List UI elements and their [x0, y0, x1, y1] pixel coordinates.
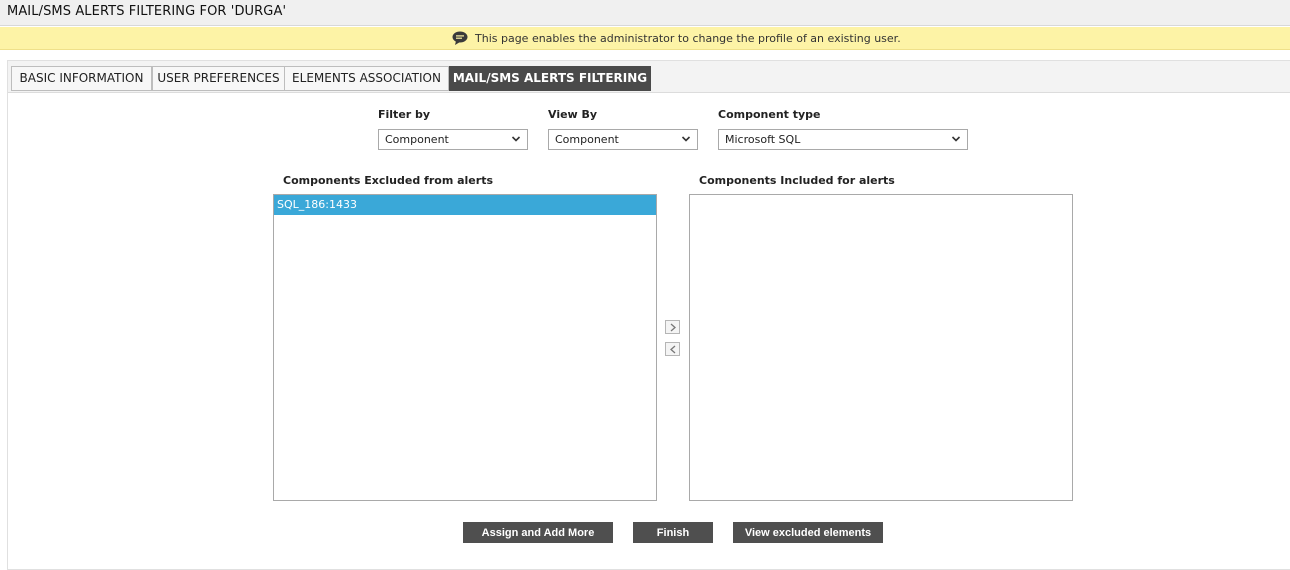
banner-text: This page enables the administrator to c… [475, 32, 901, 45]
title-bar: MAIL/SMS ALERTS FILTERING FOR 'DURGA' [0, 0, 1290, 26]
content-panel: BASIC INFORMATION USER PREFERENCES ELEME… [7, 60, 1290, 570]
excluded-list-label: Components Excluded from alerts [283, 174, 493, 187]
page-title: MAIL/SMS ALERTS FILTERING FOR 'DURGA' [7, 4, 287, 19]
info-banner: This page enables the administrator to c… [0, 27, 1290, 50]
tab-elements-association[interactable]: ELEMENTS ASSOCIATION [284, 66, 449, 91]
speech-bubble-icon [452, 31, 468, 45]
include-button[interactable] [665, 320, 680, 334]
view-by-value: Component [555, 133, 619, 146]
excluded-components-list[interactable]: SQL_186:1433 [273, 194, 657, 501]
tab-bar: BASIC INFORMATION USER PREFERENCES ELEME… [8, 61, 1290, 93]
view-by-label: View By [548, 108, 598, 121]
component-type-label: Component type [718, 108, 821, 121]
included-list-label: Components Included for alerts [699, 174, 895, 187]
tab-mail-sms-alerts-filtering[interactable]: MAIL/SMS ALERTS FILTERING [449, 66, 651, 91]
included-components-list[interactable] [689, 194, 1073, 501]
filter-by-select[interactable]: Component [378, 129, 528, 150]
filter-by-value: Component [385, 133, 449, 146]
view-excluded-elements-button[interactable]: View excluded elements [733, 522, 883, 543]
component-type-select[interactable]: Microsoft SQL [718, 129, 968, 150]
chevron-down-icon [511, 136, 521, 142]
chevron-right-icon [670, 323, 676, 332]
list-item[interactable]: SQL_186:1433 [274, 195, 656, 215]
view-by-select[interactable]: Component [548, 129, 698, 150]
component-type-value: Microsoft SQL [725, 133, 801, 146]
assign-and-add-more-button[interactable]: Assign and Add More [463, 522, 613, 543]
finish-button[interactable]: Finish [633, 522, 713, 543]
tab-basic-information[interactable]: BASIC INFORMATION [11, 66, 152, 91]
chevron-down-icon [951, 136, 961, 142]
filter-by-label: Filter by [378, 108, 431, 121]
chevron-left-icon [670, 345, 676, 354]
chevron-down-icon [681, 136, 691, 142]
tab-user-preferences[interactable]: USER PREFERENCES [152, 66, 285, 91]
exclude-button[interactable] [665, 342, 680, 356]
